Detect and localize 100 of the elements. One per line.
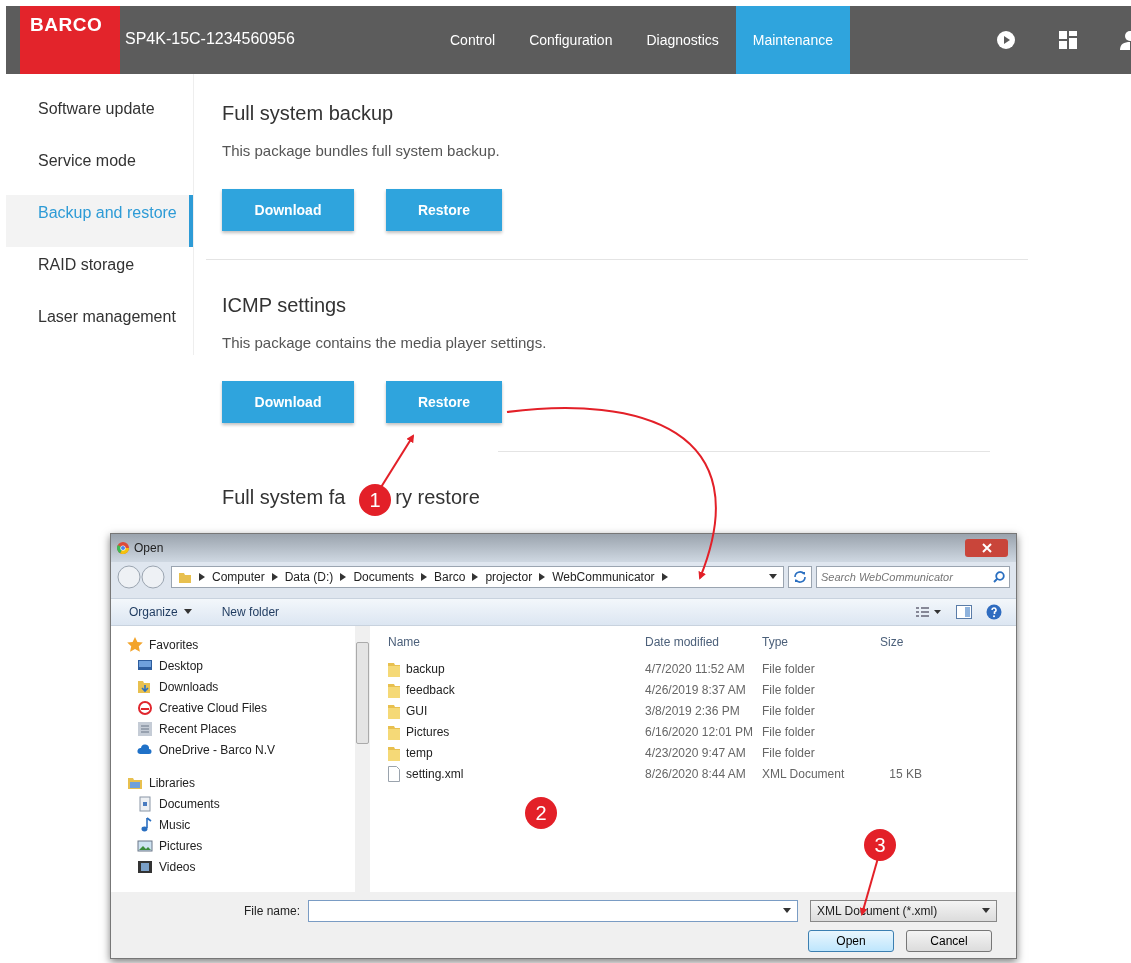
nav-item[interactable]: Documents [127, 793, 355, 814]
nav-item[interactable]: OneDrive - Barco N.V [127, 739, 355, 760]
cancel-button[interactable]: Cancel [906, 930, 992, 952]
breadcrumb-item[interactable]: Documents [353, 570, 415, 584]
nav-item[interactable]: Pictures [127, 835, 355, 856]
back-forward-icon [117, 565, 167, 589]
dropdown-icon [783, 908, 792, 914]
breadcrumb-item[interactable]: projector [485, 570, 533, 584]
file-type: File folder [762, 745, 816, 760]
search-field[interactable]: Search WebCommunicator [816, 566, 1010, 588]
nav-item[interactable]: Creative Cloud Files [127, 697, 355, 718]
view-options-icon [916, 606, 942, 618]
document-icon [137, 795, 153, 812]
date-modified: 4/23/2020 9:47 AM [645, 745, 747, 760]
nav-tab[interactable]: Diagnostics [629, 6, 736, 74]
close-icon [981, 543, 992, 553]
sidebar-item[interactable]: Laser management [6, 299, 193, 351]
date-modified: 4/7/2020 11:52 AM [645, 661, 746, 676]
preview-pane-icon [956, 605, 972, 619]
date-modified: 4/26/2019 8:37 AM [645, 682, 747, 697]
sidebar-item[interactable]: Software update [6, 91, 193, 143]
open-button[interactable]: Open [808, 930, 894, 952]
dropdown-icon [769, 574, 777, 580]
nav-group-item[interactable]: Favorites [127, 634, 355, 655]
scroll-bar[interactable] [355, 626, 370, 892]
chevron-icon [661, 573, 668, 581]
close-button[interactable] [965, 539, 1008, 557]
section-description: This package contains the media player settings. [222, 334, 548, 351]
video-icon [137, 858, 153, 875]
sidebar-item[interactable]: RAID storage [6, 247, 193, 299]
device-name: SP4K-15C-1234560956 [125, 30, 296, 48]
nav-item[interactable]: Music [127, 814, 355, 835]
file-size: 15 KB [888, 766, 922, 781]
file-type: File folder [762, 682, 816, 697]
folder-icon [178, 570, 192, 584]
user-icon [1120, 30, 1131, 50]
refresh-button[interactable] [788, 566, 812, 588]
nav-item[interactable]: Recent Places [127, 718, 355, 739]
play-icon [996, 30, 1016, 50]
column-header[interactable]: Size [862, 635, 940, 649]
chevron-icon [340, 573, 347, 581]
folder-icon [388, 744, 400, 761]
section-description: This package bundles full system backup. [222, 142, 501, 159]
nav-item[interactable]: Desktop [127, 655, 355, 676]
help-icon [986, 604, 1002, 620]
file-type: XML Document [762, 766, 846, 781]
column-header[interactable]: Date modified [645, 635, 762, 649]
star-icon [127, 636, 143, 653]
new-folder-button[interactable]: New folder [213, 605, 288, 619]
nav-tab[interactable]: Configuration [512, 6, 630, 74]
section-title: ICMP settings [222, 294, 348, 317]
file-name-label: File name: [244, 904, 301, 918]
dashboard-icon [1058, 30, 1078, 50]
date-modified: 3/8/2019 2:36 PM [645, 703, 741, 718]
file-item[interactable]: temp [388, 744, 645, 761]
breadcrumb-item[interactable]: Barco [434, 570, 466, 584]
refresh-icon [793, 571, 807, 583]
window-title: Open [134, 541, 164, 555]
logo: BARCO [20, 6, 120, 74]
file-name-field[interactable] [308, 900, 799, 922]
folder-icon [388, 702, 400, 719]
address-bar[interactable]: Computer Data (D:) Documents Barco projector WebCommunicator [171, 566, 784, 588]
folder-icon [388, 681, 400, 698]
chevron-icon [421, 573, 428, 581]
nav-group-item[interactable]: Libraries [127, 772, 355, 793]
file-item[interactable]: setting.xml [388, 765, 645, 782]
dropdown-icon [183, 609, 192, 615]
file-type: File folder [762, 703, 816, 718]
chrome-icon [117, 542, 129, 554]
downloads-icon [137, 678, 153, 695]
nav-item[interactable]: Videos [127, 856, 355, 877]
date-modified: 8/26/2020 8:44 AM [645, 766, 747, 781]
breadcrumb-item[interactable]: WebCommunicator [552, 570, 655, 584]
callout-number: 1 [359, 484, 391, 516]
section-title: Full system fa [222, 486, 346, 509]
sidebar-item[interactable]: Service mode [6, 143, 193, 195]
chevron-icon [472, 573, 479, 581]
column-header[interactable]: Name [388, 635, 645, 649]
chevron-icon [199, 573, 205, 581]
breadcrumb-item[interactable]: Data (D:) [284, 570, 334, 584]
file-type: File folder [762, 661, 816, 676]
column-header[interactable]: Type [762, 635, 862, 649]
chevron-icon [539, 573, 546, 581]
date-modified: 6/16/2020 12:01 PM [645, 724, 755, 739]
file-type: File folder [762, 724, 816, 739]
document-icon [388, 765, 400, 782]
dropdown-icon [982, 908, 991, 914]
nav-tab[interactable]: Control [433, 6, 513, 74]
file-item[interactable]: backup [388, 660, 645, 677]
chevron-icon [271, 573, 278, 581]
section-title: Full system backup [222, 102, 395, 125]
file-item[interactable]: Pictures [388, 723, 645, 740]
folder-icon [388, 723, 400, 740]
file-item[interactable]: GUI [388, 702, 645, 719]
breadcrumb-item[interactable]: Computer [212, 570, 265, 584]
section-title: ry restore [395, 486, 480, 509]
nav-item[interactable]: Downloads [127, 676, 355, 697]
organize-menu[interactable]: Organize [121, 605, 200, 619]
file-item[interactable]: feedback [388, 681, 645, 698]
folder-icon [388, 660, 400, 677]
